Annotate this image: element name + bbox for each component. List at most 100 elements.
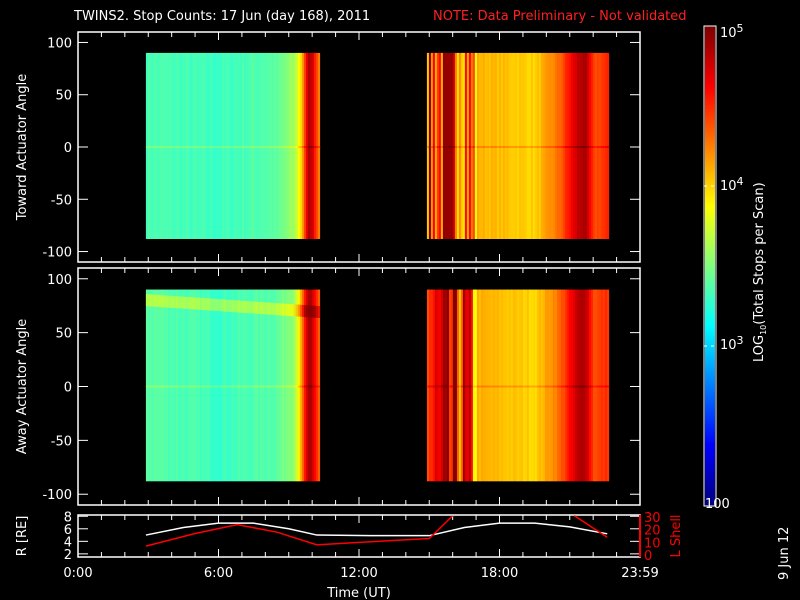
heatmap-column	[594, 52, 598, 240]
heatmap-zero-line	[548, 146, 552, 148]
heatmap-zero-line	[227, 385, 231, 388]
heatmap-column	[311, 52, 315, 240]
heatmap-column	[534, 289, 538, 482]
heatmap-column	[211, 52, 215, 240]
colorbar-swatch	[705, 290, 715, 293]
heatmap-zero-line	[428, 385, 432, 388]
colorbar-label: LOG10(Total Stops per Scan)	[752, 182, 768, 362]
heatmap-column	[536, 52, 540, 240]
heatmap-zero-line	[432, 146, 436, 148]
heatmap-band	[291, 304, 295, 317]
heatmap-zero-line	[217, 146, 221, 148]
colorbar-swatch	[705, 86, 715, 89]
colorbar-swatch	[705, 412, 715, 415]
heatmap-zero-line	[546, 385, 550, 388]
heatmap-zero-line	[434, 146, 438, 148]
heatmap-column	[504, 289, 508, 482]
colorbar-swatch	[705, 336, 715, 339]
heatmap-column	[285, 52, 289, 240]
heatmap-zero-line	[562, 146, 566, 148]
heatmap-column	[510, 289, 514, 482]
colorbar-swatch	[705, 100, 715, 103]
heatmap-column	[566, 52, 570, 240]
heatmap-zero-line	[315, 146, 319, 148]
colorbar-swatch	[705, 370, 715, 373]
heatmap-zero-line	[430, 385, 434, 388]
heatmap-zero-line	[426, 385, 430, 388]
heatmap-column	[223, 289, 227, 482]
heatmap-zero-line	[528, 385, 532, 388]
heatmap-zero-line	[460, 146, 464, 148]
x-tick-label: 23:59	[621, 566, 658, 581]
colorbar-swatch	[705, 68, 715, 71]
heatmap-column	[488, 52, 492, 240]
heatmap-column	[442, 289, 446, 482]
heatmap-zero-line	[578, 385, 582, 388]
colorbar-swatch	[705, 146, 715, 149]
heatmap-zero-line	[199, 146, 203, 148]
heatmap-zero-line	[458, 385, 462, 388]
colorbar-swatch	[705, 488, 715, 491]
heatmap-zero-line	[279, 146, 283, 148]
colorbar-swatch	[705, 72, 715, 75]
heatmap-zero-line	[504, 146, 508, 148]
heatmap-zero-line	[462, 146, 466, 148]
heatmap-zero-line	[576, 385, 580, 388]
colorbar-swatch	[705, 294, 715, 297]
y-tick-label: -50	[51, 434, 72, 449]
heatmap-column	[267, 289, 271, 482]
heatmap-column	[297, 52, 301, 240]
heatmap-band	[261, 302, 265, 315]
heatmap-band	[311, 305, 315, 318]
colorbar-swatch	[705, 30, 715, 33]
heatmap-column	[572, 289, 576, 482]
heatmap-zero-line	[259, 385, 263, 388]
heatmap-zero-line	[249, 146, 253, 148]
heatmap-zero-line	[554, 146, 558, 148]
heatmap-band	[271, 302, 275, 315]
heatmap-zero-line	[516, 385, 520, 388]
colorbar-swatch	[705, 198, 715, 201]
heatmap-zero-line	[201, 146, 205, 148]
heatmap-zero-line	[568, 146, 572, 148]
heatmap-column	[514, 52, 518, 240]
heatmap-column	[273, 289, 277, 482]
heatmap-column	[594, 289, 598, 482]
heatmap-zero-line	[221, 146, 225, 148]
heatmap-band	[167, 295, 171, 308]
heatmap-zero-line	[297, 146, 301, 148]
heatmap-column	[550, 52, 554, 240]
heatmap-column	[446, 289, 450, 482]
colorbar-swatch	[705, 56, 715, 59]
heatmap-band	[171, 295, 175, 308]
heatmap-zero-line	[147, 385, 151, 388]
heatmap-column	[548, 289, 552, 482]
heatmap-column	[526, 52, 530, 240]
x-axis-label: Time (UT)	[326, 586, 391, 600]
heatmap-zero-line	[550, 385, 554, 388]
heatmap-zero-line	[181, 385, 185, 388]
heatmap-zero-line	[179, 146, 183, 148]
heatmap-column	[181, 289, 185, 482]
heatmap-zero-line	[153, 385, 157, 388]
heatmap-zero-line	[167, 146, 171, 148]
heatmap-zero-line	[287, 385, 291, 388]
heatmap-column	[564, 289, 568, 482]
colorbar-swatch	[705, 486, 715, 489]
heatmap-column	[556, 289, 560, 482]
heatmap-column	[223, 52, 227, 240]
heatmap-column	[227, 289, 231, 482]
heatmap-zero-line	[594, 385, 598, 388]
heatmap-column	[568, 289, 572, 482]
y-tick-label: 50	[55, 89, 72, 104]
heatmap-zero-line	[516, 146, 520, 148]
heatmap-zero-line	[494, 385, 498, 388]
colorbar-swatch	[705, 324, 715, 327]
heatmap-zero-line	[472, 385, 476, 388]
heatmap-zero-line	[442, 385, 446, 388]
heatmap-column	[275, 52, 279, 240]
heatmap-column	[436, 52, 440, 240]
colorbar-swatch	[705, 482, 715, 485]
heatmap-column	[502, 289, 506, 482]
heatmap-column	[554, 52, 558, 240]
